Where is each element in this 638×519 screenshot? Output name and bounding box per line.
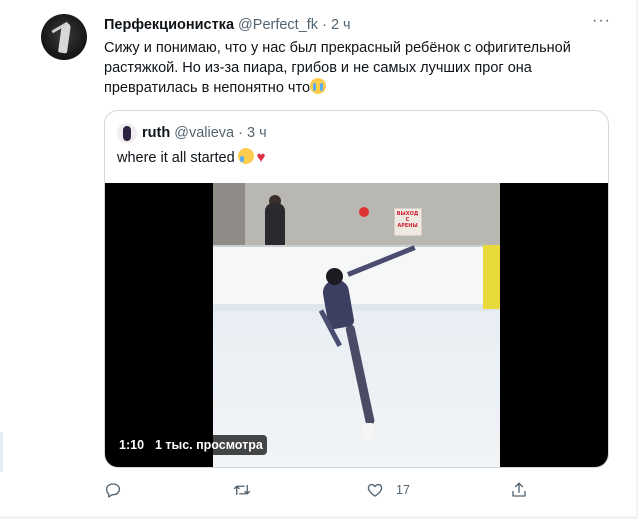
- header-separator: ·: [322, 17, 327, 33]
- rink-boards: [213, 245, 500, 313]
- share-icon: [510, 481, 528, 499]
- arena-wall-shadow: [213, 183, 245, 245]
- quoted-tweet[interactable]: ruth @valieva · 3 ч where it all started…: [104, 110, 609, 468]
- reply-icon: [104, 481, 122, 499]
- quoted-tweet-header: ruth @valieva · 3 ч: [142, 123, 267, 143]
- author-handle[interactable]: @Perfect_fk: [238, 17, 318, 33]
- quoted-author-avatar: [117, 123, 137, 143]
- quoted-tweet-text: where it all started ♥: [117, 148, 266, 168]
- tweet[interactable]: Перфекционистка @Perfect_fk · 2 ч ··· Си…: [0, 0, 636, 516]
- quoted-header-separator: ·: [238, 125, 243, 141]
- video-views-badge: 1 тыс. просмотра: [151, 435, 267, 455]
- quoted-author-name: ruth: [142, 125, 171, 141]
- quoted-tweet-time: 3 ч: [246, 125, 267, 141]
- loudly-crying-face-icon: [310, 78, 327, 94]
- face-holding-back-tears-icon: [237, 148, 254, 164]
- tweet-text: Сижу и понимаю, что у нас был прекрасный…: [104, 38, 609, 98]
- tweet-text-content: Сижу и понимаю, что у нас был прекрасный…: [104, 40, 571, 96]
- retweet-button[interactable]: [232, 479, 252, 501]
- spectator: [265, 203, 285, 247]
- video-player[interactable]: ВЫХОД С АРЕНЫ 1:10 1 тыс. просмотра: [105, 183, 608, 467]
- quoted-text-content: where it all started: [117, 150, 235, 166]
- tweet-actions: 17: [104, 479, 534, 501]
- retweet-icon: [232, 481, 252, 499]
- skater-skate: [362, 423, 374, 439]
- tweet-time[interactable]: 2 ч: [331, 17, 351, 33]
- quoted-author-handle: @valieva: [174, 125, 235, 141]
- share-button[interactable]: [510, 479, 528, 501]
- like-icon: [366, 481, 384, 499]
- like-button[interactable]: 17: [366, 479, 410, 501]
- video-frame: ВЫХОД С АРЕНЫ: [213, 183, 500, 467]
- rink-ad-panel: [483, 245, 500, 309]
- reply-button[interactable]: [104, 479, 122, 501]
- tweet-header: Перфекционистка @Perfect_fk · 2 ч: [104, 15, 351, 35]
- more-options-icon[interactable]: ···: [592, 12, 611, 30]
- red-heart-icon: ♥: [256, 149, 266, 166]
- no-entry-sign-icon: [359, 207, 369, 217]
- author-name[interactable]: Перфекционистка: [104, 17, 234, 33]
- author-avatar[interactable]: [41, 14, 87, 60]
- arena-wall: [213, 183, 500, 245]
- exit-sign-text: ВЫХОД С АРЕНЫ: [396, 211, 419, 229]
- like-count: 17: [396, 483, 410, 497]
- skater-head: [326, 268, 343, 285]
- video-duration-badge: 1:10: [115, 435, 149, 455]
